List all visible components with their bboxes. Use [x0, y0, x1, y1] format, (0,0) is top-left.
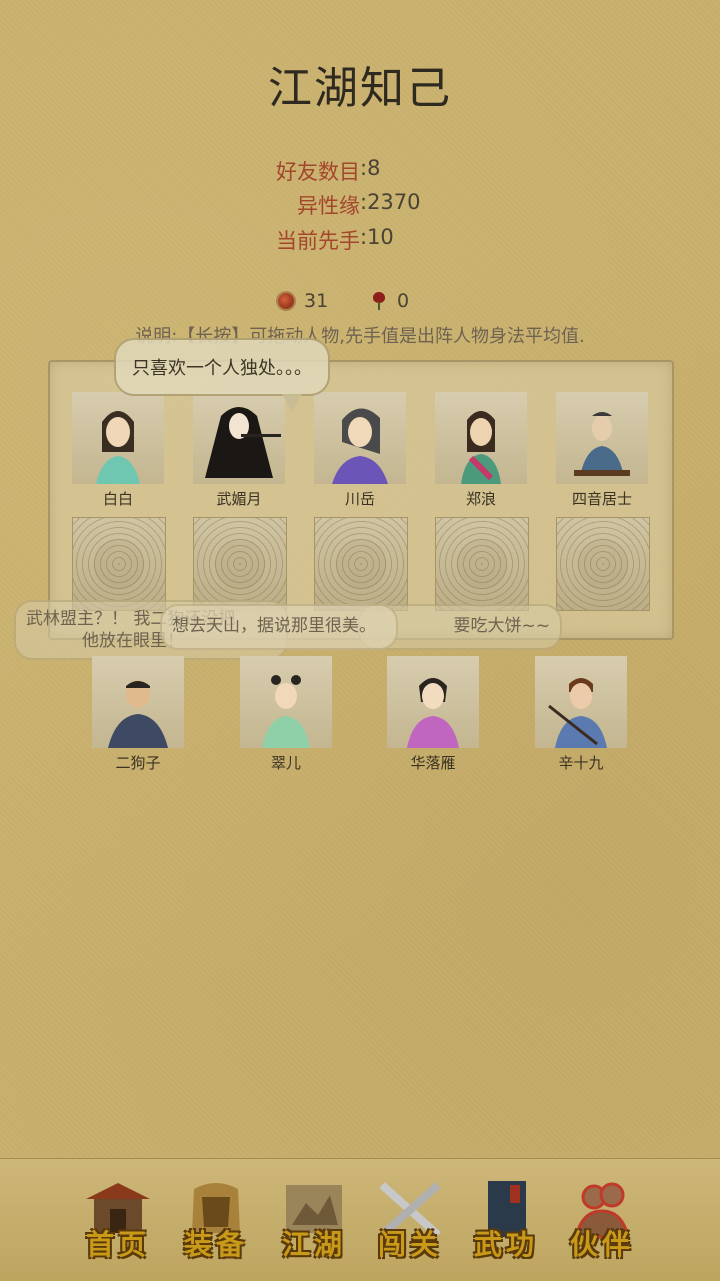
- character-portrait-icon: [574, 412, 630, 476]
- nav-challenge[interactable]: 闯关: [368, 1175, 452, 1265]
- portrait: [387, 656, 479, 748]
- stat-value: :8: [360, 156, 381, 180]
- stat-value: :2370: [360, 190, 421, 214]
- party-member-baibai[interactable]: 白白: [70, 392, 166, 509]
- empty-slot[interactable]: [193, 517, 287, 611]
- bench-member-xinshijiu[interactable]: 辛十九: [533, 656, 629, 773]
- nav-equipment[interactable]: 装备: [174, 1175, 258, 1265]
- character-name: 华落雁: [410, 754, 456, 772]
- speech-text: 想去天山，据说那里很美。: [172, 616, 376, 636]
- speech-text: 要吃大饼~~: [453, 616, 551, 636]
- counter-orb-value: 31: [304, 290, 329, 312]
- stat-initiative: 当前先手:10: [0, 225, 394, 255]
- nav-label: 武功: [473, 1228, 538, 1261]
- nav-home[interactable]: 首页: [76, 1175, 160, 1265]
- stat-friend-count: 好友数目:8: [0, 156, 380, 186]
- nav-martial-arts[interactable]: 武功: [464, 1175, 548, 1265]
- empty-slot[interactable]: [72, 517, 166, 611]
- character-portrait-icon: [205, 407, 281, 478]
- empty-slot[interactable]: [435, 517, 529, 611]
- speech-text: 只喜欢一个人独处。。。: [132, 358, 312, 379]
- portrait: [240, 656, 332, 748]
- character-name: 四音居士: [571, 490, 632, 508]
- party-member-wumeiyue[interactable]: 武媚月: [191, 392, 287, 509]
- character-portrait-icon: [332, 408, 388, 484]
- nav-label: 江湖: [281, 1228, 346, 1261]
- party-member-chuanyue[interactable]: 川岳: [312, 392, 408, 509]
- character-portrait-icon: [108, 680, 168, 748]
- stat-charm: 异性缘:2370: [0, 190, 421, 220]
- stat-value: :10: [360, 225, 394, 249]
- character-portrait-icon: [548, 678, 607, 748]
- counter-orb: 31: [278, 290, 328, 312]
- counter-rose-value: 0: [397, 290, 410, 312]
- nav-label: 装备: [183, 1228, 248, 1261]
- character-portrait-icon: [407, 678, 459, 748]
- bench-member-hualuoyan[interactable]: 华落雁: [385, 656, 481, 773]
- empty-slot[interactable]: [314, 517, 408, 611]
- resource-counters: 31 0: [0, 290, 720, 316]
- rose-icon: [371, 292, 387, 310]
- empty-slot[interactable]: [556, 517, 650, 611]
- party-member-zhenglang[interactable]: 郑浪: [433, 392, 529, 509]
- stat-label: 好友数目: [276, 160, 360, 184]
- character-name: 二狗子: [115, 754, 161, 772]
- bench-member-cuier[interactable]: 翠儿: [238, 656, 334, 773]
- character-name: 辛十九: [558, 754, 604, 772]
- nav-partners[interactable]: 伙伴: [560, 1175, 644, 1265]
- speech-bubble-tail: [282, 394, 302, 412]
- nav-label: 伙伴: [569, 1228, 634, 1261]
- bench-member-ergouzi[interactable]: 二狗子: [90, 656, 186, 773]
- party-panel: 白白 武媚月 川岳 郑浪 四音居士: [48, 360, 674, 640]
- character-portrait-icon: [461, 411, 501, 484]
- orb-icon: [278, 293, 294, 309]
- portrait: [556, 392, 648, 484]
- character-name: 川岳: [344, 490, 375, 508]
- character-portrait-icon: [96, 411, 140, 484]
- portrait: [72, 392, 164, 484]
- nav-label: 首页: [85, 1228, 150, 1261]
- speech-bubble: 想去天山，据说那里很美。: [160, 604, 398, 650]
- character-portrait-icon: [262, 675, 310, 748]
- stat-label: 当前先手: [276, 229, 360, 253]
- character-name: 武媚月: [216, 490, 262, 508]
- party-member-siyinjushi[interactable]: 四音居士: [554, 392, 650, 509]
- portrait: [314, 392, 406, 484]
- portrait: [92, 656, 184, 748]
- character-name: 郑浪: [465, 490, 496, 508]
- nav-jianghu[interactable]: 江湖: [272, 1175, 356, 1265]
- character-name: 翠儿: [270, 754, 301, 772]
- counter-rose: 0: [371, 290, 409, 312]
- stat-label: 异性缘: [297, 194, 360, 218]
- portrait: [435, 392, 527, 484]
- nav-label: 闯关: [377, 1228, 442, 1261]
- speech-bubble: 只喜欢一个人独处。。。: [114, 338, 330, 396]
- bottom-navigation: 首页 装备 江湖 闯关 武功 伙伴: [0, 1158, 720, 1281]
- character-name: 白白: [102, 490, 133, 508]
- instruction-note: 说明:【长按】可拖动人物,先手值是出阵人物身法平均值.: [135, 326, 585, 347]
- page-title: 江湖知己: [268, 63, 452, 114]
- portrait: [193, 392, 285, 484]
- portrait: [535, 656, 627, 748]
